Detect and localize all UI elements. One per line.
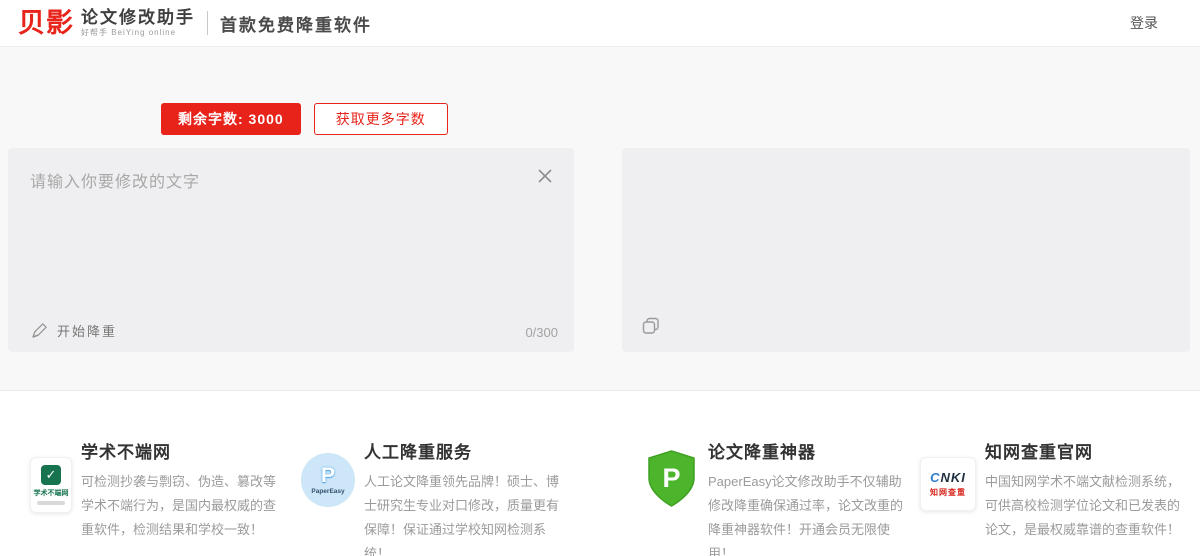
start-rewrite-button[interactable]: 开始降重 xyxy=(30,321,117,340)
output-panel xyxy=(622,148,1190,352)
get-more-words-button[interactable]: 获取更多字数 xyxy=(313,103,448,135)
brand-title: 论文修改助手 xyxy=(81,7,195,27)
brand-subtitle: 好帮手 BeiYing online xyxy=(81,27,177,37)
feature-title: 论文降重神器 xyxy=(708,443,816,462)
remaining-words-button[interactable]: 剩余字数: 3000 xyxy=(161,103,301,135)
char-counter: 0/300 xyxy=(525,325,558,340)
feature-description: 人工论文降重领先品牌！硕士、博士研究生专业对口修改，质量更有保障！保证通过学校知… xyxy=(364,474,560,556)
logo-caption-small xyxy=(37,501,65,505)
feature-rewrite-tool: P 论文降重神器 PaperEasy论文修改助手不仅辅助修改降重确保通过率，论文… xyxy=(644,433,910,556)
close-icon xyxy=(538,169,552,183)
cnki-logo: CNKI 知网查重 xyxy=(920,457,976,511)
input-panel: 开始降重 0/300 xyxy=(8,148,574,352)
feature-title: 知网查重官网 xyxy=(985,443,1093,462)
logo-caption: 知网查重 xyxy=(930,488,966,497)
academic-misconduct-logo: ✓ 学术不端网 xyxy=(30,457,72,513)
document-check-icon: ✓ xyxy=(41,465,61,485)
shield-p-icon: P xyxy=(648,450,695,507)
feature-text: 知网查重官网 中国知网学术不端文献检测系统，可供高校检测学位论文和已发表的论文，… xyxy=(985,433,1187,542)
login-link[interactable]: 登录 xyxy=(1130,13,1158,33)
footer: ✓ 学术不端网 学术不端网 可检测抄袭与剽窃、伪造、篡改等学术不端行为，是国内最… xyxy=(0,390,1200,556)
clear-input-button[interactable] xyxy=(534,166,556,188)
copy-icon xyxy=(642,317,659,334)
cnki-brand-icon: CNKI xyxy=(930,470,966,485)
site-tagline: 首款免费降重软件 xyxy=(220,15,372,35)
logo-caption: PaperEasy xyxy=(311,487,345,495)
input-textarea[interactable] xyxy=(8,148,574,308)
divider xyxy=(207,11,208,35)
feature-description: PaperEasy论文修改助手不仅辅助修改降重确保通过率，论文改重的降重神器软件… xyxy=(708,474,904,556)
copy-output-button[interactable] xyxy=(640,316,662,338)
feature-manual-rewrite-service: P PaperEasy 人工降重服务 人工论文降重领先品牌！硕士、博士研究生专业… xyxy=(301,433,566,556)
feature-text: 学术不端网 可检测抄袭与剽窃、伪造、篡改等学术不端行为，是国内最权威的查重软件，… xyxy=(81,433,283,542)
feature-title: 学术不端网 xyxy=(81,443,171,462)
shield-p-logo: P xyxy=(644,449,699,556)
feature-title: 人工降重服务 xyxy=(364,443,472,462)
pencil-icon xyxy=(32,322,47,338)
feature-description: 可检测抄袭与剽窃、伪造、篡改等学术不端行为，是国内最权威的查重软件，检测结果和学… xyxy=(81,474,277,537)
brand-logo: 贝影 xyxy=(18,7,74,38)
main-area: 剩余字数: 3000 获取更多字数 开始降重 0/300 xyxy=(0,47,1200,390)
papereasy-logo: P PaperEasy xyxy=(301,453,355,507)
logo-caption: 学术不端网 xyxy=(33,490,69,497)
svg-text:P: P xyxy=(662,463,680,493)
feature-description: 中国知网学术不端文献检测系统，可供高校检测学位论文和已发表的论文，是最权威靠谱的… xyxy=(985,474,1181,537)
papereasy-p-icon: P xyxy=(320,463,335,487)
feature-text: 论文降重神器 PaperEasy论文修改助手不仅辅助修改降重确保通过率，论文改重… xyxy=(708,433,910,556)
feature-text: 人工降重服务 人工论文降重领先品牌！硕士、博士研究生专业对口修改，质量更有保障！… xyxy=(364,433,566,556)
header: 贝影 论文修改助手 好帮手 BeiYing online 首款免费降重软件 登录 xyxy=(0,0,1200,47)
start-rewrite-label: 开始降重 xyxy=(57,324,118,339)
feature-academic-misconduct: ✓ 学术不端网 学术不端网 可检测抄袭与剽窃、伪造、篡改等学术不端行为，是国内最… xyxy=(30,433,283,542)
brand-text: 论文修改助手 好帮手 BeiYing online xyxy=(81,7,195,38)
feature-cnki-official: CNKI 知网查重 知网查重官网 中国知网学术不端文献检测系统，可供高校检测学位… xyxy=(920,433,1187,542)
input-panel-footer: 开始降重 0/300 xyxy=(30,321,558,340)
word-count-toolbar: 剩余字数: 3000 获取更多字数 xyxy=(161,103,448,135)
brand: 贝影 论文修改助手 好帮手 BeiYing online 首款免费降重软件 xyxy=(18,7,372,38)
